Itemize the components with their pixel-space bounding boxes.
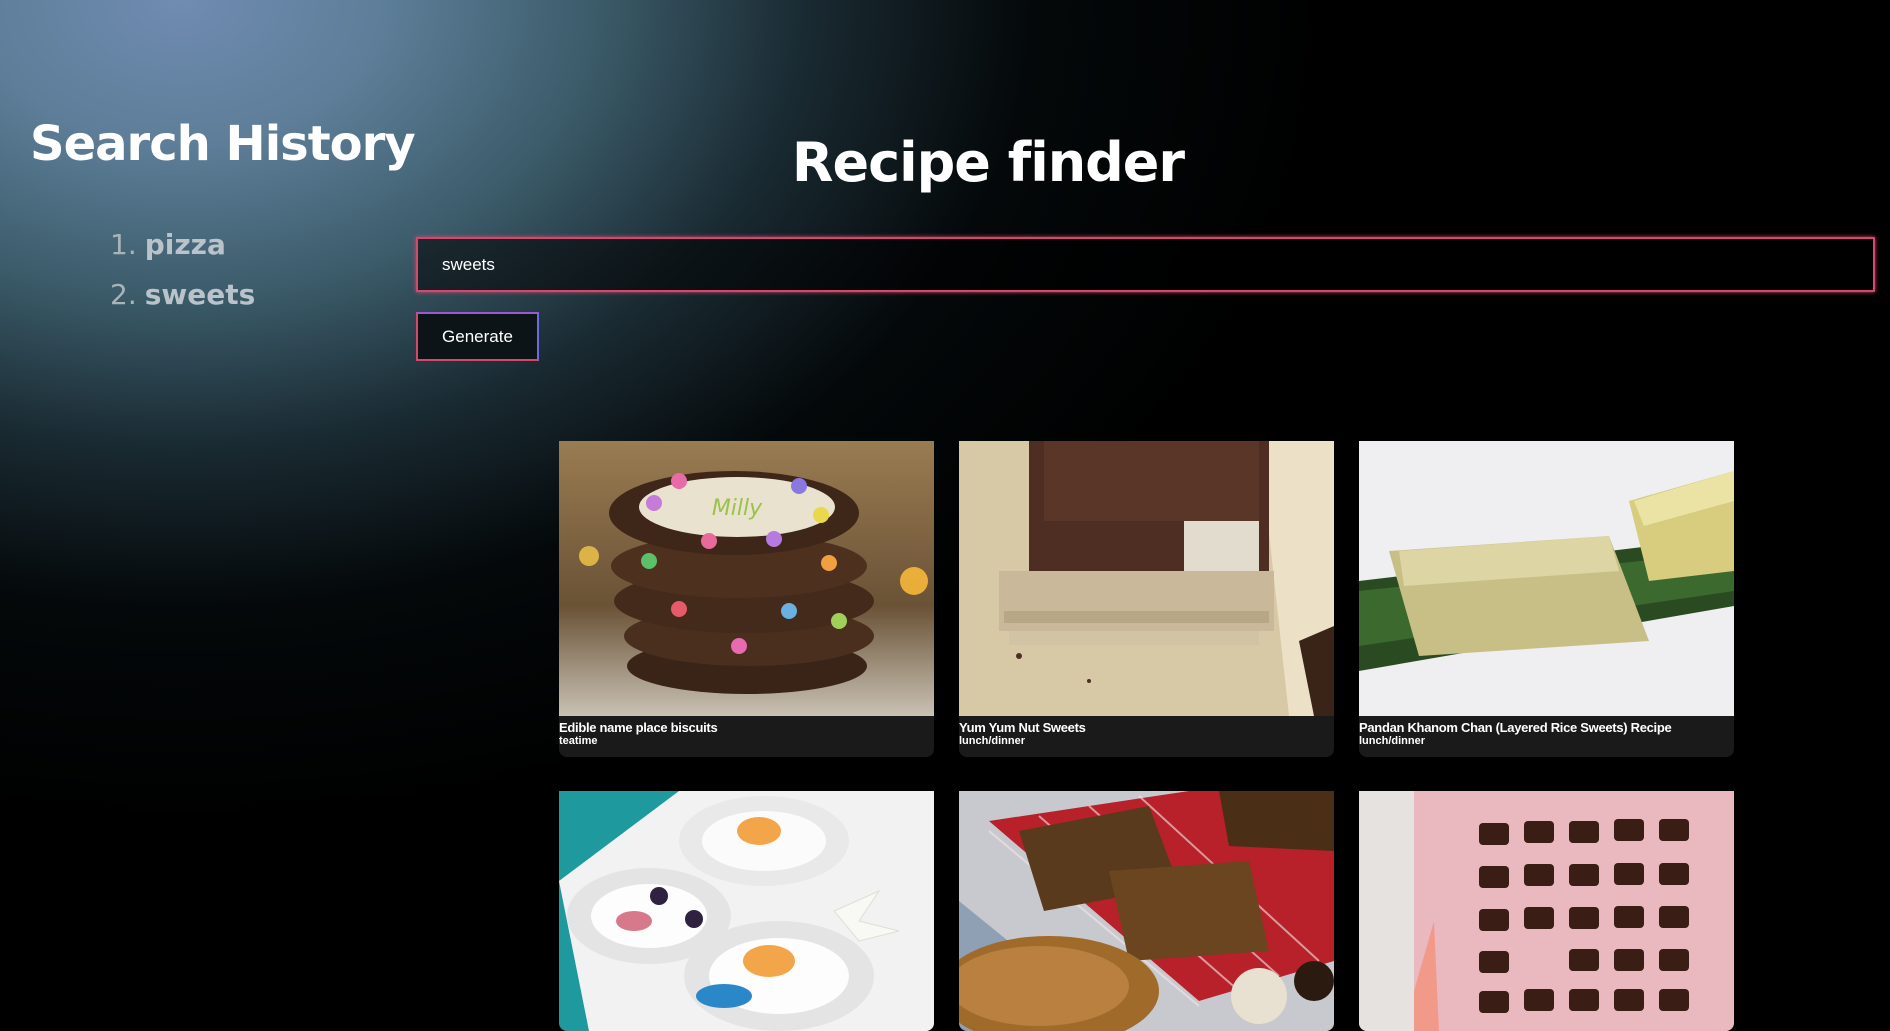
recipe-caption: Edible name place biscuits teatime [559,716,934,757]
search-input[interactable] [416,237,1875,292]
recipe-card[interactable] [959,791,1334,1031]
recipe-caption: Yum Yum Nut Sweets lunch/dinner [959,716,1334,757]
history-item-number: 1. [110,228,137,261]
recipe-title: Pandan Khanom Chan (Layered Rice Sweets)… [1359,720,1672,735]
search-history-list: 1. pizza 2. sweets [110,220,255,320]
recipe-title: Yum Yum Nut Sweets [959,720,1086,735]
history-item-label: sweets [144,278,256,311]
history-item-sweets[interactable]: 2. sweets [110,270,255,320]
generate-button[interactable]: Generate [416,312,539,361]
page-title: Recipe finder [791,131,1185,194]
recipe-title: Edible name place biscuits [559,720,718,735]
recipe-card[interactable] [1359,791,1734,1031]
recipe-card[interactable]: Pandan Khanom Chan (Layered Rice Sweets)… [1359,441,1734,757]
recipe-card[interactable] [559,791,934,1031]
recipe-card[interactable]: Milly Edible name place biscuits teatime [559,441,934,757]
recipe-image [959,441,1334,716]
recipe-caption: Pandan Khanom Chan (Layered Rice Sweets)… [1359,716,1734,757]
recipe-card[interactable]: Yum Yum Nut Sweets lunch/dinner [959,441,1334,757]
svg-text:Milly: Milly [712,496,763,521]
recipe-image [559,791,934,1031]
recipe-image [959,791,1334,1031]
search-history-title: Search History [30,116,416,172]
recipe-image [1359,441,1734,716]
recipe-image: Milly [559,441,934,716]
recipe-meal-type: teatime [559,735,598,747]
history-item-number: 2. [110,278,137,311]
recipe-meal-type: lunch/dinner [959,735,1025,747]
history-item-label: pizza [144,228,226,261]
recipe-image [1359,791,1734,1031]
history-item-pizza[interactable]: 1. pizza [110,220,255,270]
recipe-meal-type: lunch/dinner [1359,735,1425,747]
